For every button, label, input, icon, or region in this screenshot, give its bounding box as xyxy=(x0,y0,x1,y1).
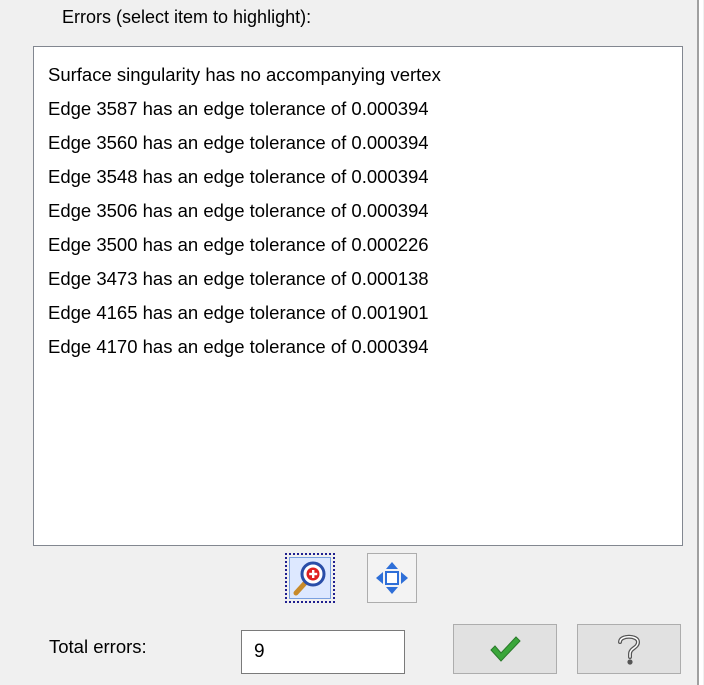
list-item[interactable]: Surface singularity has no accompanying … xyxy=(34,60,682,94)
total-errors-field: 9 xyxy=(241,630,405,674)
total-errors-label: Total errors: xyxy=(49,636,147,657)
list-item[interactable]: Edge 3560 has an edge tolerance of 0.000… xyxy=(34,128,682,162)
errors-group-label: Errors (select item to highlight): xyxy=(62,7,312,27)
ok-button[interactable] xyxy=(453,624,557,674)
list-item[interactable]: Edge 3506 has an edge tolerance of 0.000… xyxy=(34,196,682,230)
zoom-to-selection-button[interactable] xyxy=(285,553,335,603)
zoom-in-icon xyxy=(293,561,326,596)
list-item[interactable]: Edge 3548 has an edge tolerance of 0.000… xyxy=(34,162,682,196)
pan-arrows-icon xyxy=(376,562,408,594)
list-item[interactable]: Edge 3473 has an edge tolerance of 0.000… xyxy=(34,264,682,298)
errors-list[interactable]: Surface singularity has no accompanying … xyxy=(33,46,683,546)
list-item[interactable]: Edge 3587 has an edge tolerance of 0.000… xyxy=(34,94,682,128)
list-item[interactable]: Edge 3500 has an edge tolerance of 0.000… xyxy=(34,230,682,264)
list-item[interactable]: Edge 4170 has an edge tolerance of 0.000… xyxy=(34,332,682,366)
help-button[interactable] xyxy=(577,624,681,674)
dialog-right-border xyxy=(697,0,703,685)
checkmark-icon xyxy=(490,636,521,662)
question-mark-icon xyxy=(618,634,641,665)
pan-view-button[interactable] xyxy=(367,553,417,603)
list-item[interactable]: Edge 4165 has an edge tolerance of 0.001… xyxy=(34,298,682,332)
